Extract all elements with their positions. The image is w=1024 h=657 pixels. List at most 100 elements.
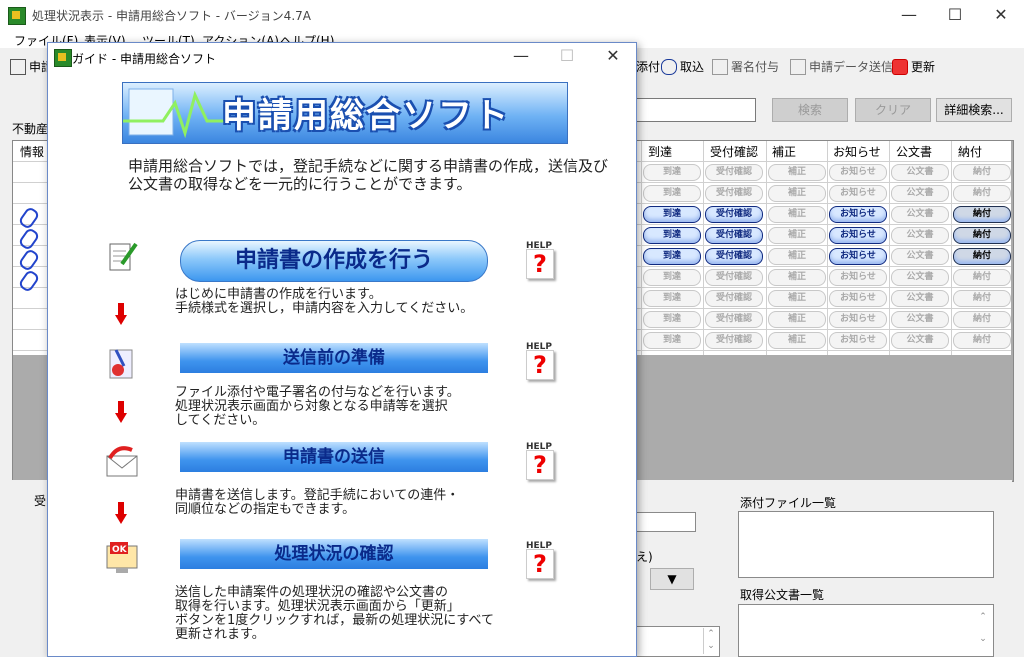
status-pill-correction[interactable]: 補正 [768,290,826,307]
detail-search-button[interactable]: 詳細検索... [936,98,1012,122]
down-arrow-icon [115,303,127,327]
status-pill-receipt[interactable]: 受付確認 [705,269,763,286]
status-pill-docs[interactable]: 公文書 [891,227,949,244]
status-pill-correction[interactable]: 補正 [768,227,826,244]
status-pill-correction[interactable]: 補正 [768,248,826,265]
status-pill-correction[interactable]: 補正 [768,185,826,202]
status-pill-arrival[interactable]: 到達 [643,311,701,328]
status-pill-correction[interactable]: 補正 [768,311,826,328]
status-pill-arrival[interactable]: 到達 [643,248,701,265]
status-pill-notice[interactable]: お知らせ [829,332,887,349]
status-pill-receipt[interactable]: 受付確認 [705,164,763,181]
attachments-label: 添付ファイル一覧 [740,496,837,510]
status-pill-arrival[interactable]: 到達 [643,185,701,202]
send-application-button[interactable]: 申請書の送信 [180,442,488,472]
grid-divider [703,141,704,355]
column-header-arrival[interactable]: 到達 [648,143,672,160]
tab-real-estate[interactable]: 不動産 [12,120,48,137]
status-pill-docs[interactable]: 公文書 [891,185,949,202]
check-status-button[interactable]: 処理状況の確認 [180,539,488,569]
maximize-button[interactable]: ☐ [932,0,978,30]
status-pill-receipt[interactable]: 受付確認 [705,332,763,349]
status-pill-notice[interactable]: お知らせ [829,185,887,202]
status-ok-monitor-icon: OK [104,540,140,576]
help-button-step4[interactable]: HELP? [520,541,556,579]
status-pill-receipt[interactable]: 受付確認 [705,227,763,244]
toolbar-attach[interactable]: 添付 [636,58,660,75]
toolbar-import[interactable]: 取込 [661,58,704,75]
status-pill-notice[interactable]: お知らせ [829,164,887,181]
status-pill-payment[interactable]: 納付 [953,311,1011,328]
status-pill-arrival[interactable]: 到達 [643,269,701,286]
guide-banner-title: 申請用総合ソフト [222,96,510,136]
detail-field[interactable] [636,512,696,532]
status-pill-receipt[interactable]: 受付確認 [705,185,763,202]
status-pill-arrival[interactable]: 到達 [643,164,701,181]
help-button-step2[interactable]: HELP? [520,342,556,380]
column-header-correction[interactable]: 補正 [772,143,796,160]
import-icon [661,58,677,75]
status-pill-docs[interactable]: 公文書 [891,164,949,181]
toolbar-refresh[interactable]: 更新 [892,58,935,75]
status-pill-receipt[interactable]: 受付確認 [705,206,763,223]
status-pill-payment[interactable]: 納付 [953,248,1011,265]
status-pill-notice[interactable]: お知らせ [829,227,887,244]
status-pill-docs[interactable]: 公文書 [891,290,949,307]
status-pill-docs[interactable]: 公文書 [891,248,949,265]
column-header-payment[interactable]: 納付 [958,143,982,160]
close-button[interactable]: ✕ [978,0,1024,30]
status-pill-notice[interactable]: お知らせ [829,248,887,265]
status-pill-notice[interactable]: お知らせ [829,290,887,307]
status-pill-payment[interactable]: 納付 [953,206,1011,223]
help-button-step1[interactable]: HELP? [520,241,556,279]
status-pill-receipt[interactable]: 受付確認 [705,290,763,307]
column-header-receipt[interactable]: 受付確認 [710,143,758,160]
status-pill-payment[interactable]: 納付 [953,227,1011,244]
acquired-docs-list[interactable] [738,604,994,657]
status-pill-receipt[interactable]: 受付確認 [705,248,763,265]
toolbar-send[interactable]: 申請データ送信 [790,58,893,75]
help-button-step3[interactable]: HELP? [520,442,556,480]
attachments-list[interactable] [738,511,994,578]
status-pill-correction[interactable]: 補正 [768,269,826,286]
clear-button[interactable]: クリア [855,98,931,122]
guide-app-icon [54,49,72,67]
create-application-button[interactable]: 申請書の作成を行う [180,240,488,282]
dropdown-button[interactable]: ▼ [650,568,694,590]
status-pill-correction[interactable]: 補正 [768,164,826,181]
status-pill-payment[interactable]: 納付 [953,164,1011,181]
status-pill-docs[interactable]: 公文書 [891,311,949,328]
guide-minimize-button[interactable]: — [498,42,544,70]
search-input[interactable] [636,98,756,122]
prepare-before-send-button[interactable]: 送信前の準備 [180,343,488,373]
status-pill-notice[interactable]: お知らせ [829,311,887,328]
column-header-docs[interactable]: 公文書 [896,143,932,160]
column-header-info[interactable]: 情報 [20,143,44,160]
status-pill-arrival[interactable]: 到達 [643,290,701,307]
status-pill-notice[interactable]: お知らせ [829,269,887,286]
status-pill-docs[interactable]: 公文書 [891,206,949,223]
minimize-button[interactable]: — [886,0,932,30]
status-pill-payment[interactable]: 納付 [953,290,1011,307]
status-pill-docs[interactable]: 公文書 [891,269,949,286]
status-pill-notice[interactable]: お知らせ [829,206,887,223]
status-pill-arrival[interactable]: 到達 [643,206,701,223]
status-pill-receipt[interactable]: 受付確認 [705,311,763,328]
status-pill-payment[interactable]: 納付 [953,185,1011,202]
status-pill-correction[interactable]: 補正 [768,332,826,349]
status-pill-payment[interactable]: 納付 [953,332,1011,349]
search-button[interactable]: 検索 [772,98,848,122]
column-header-notice[interactable]: お知らせ [833,143,881,160]
acquired-docs-scrollbar[interactable]: ⌃ ⌄ [975,606,991,654]
status-pill-payment[interactable]: 納付 [953,269,1011,286]
toolbar-attach-label: 添付 [636,60,661,74]
status-pill-arrival[interactable]: 到達 [643,227,701,244]
guide-maximize-button[interactable]: ☐ [544,42,590,70]
status-pill-correction[interactable]: 補正 [768,206,826,223]
toolbar-sign[interactable]: 署名付与 [712,58,779,75]
signature-icon [712,58,728,75]
status-pill-arrival[interactable]: 到達 [643,332,701,349]
status-pill-docs[interactable]: 公文書 [891,332,949,349]
guide-close-button[interactable]: ✕ [590,42,636,70]
scrollbar[interactable]: ⌃ ⌄ [703,628,718,654]
